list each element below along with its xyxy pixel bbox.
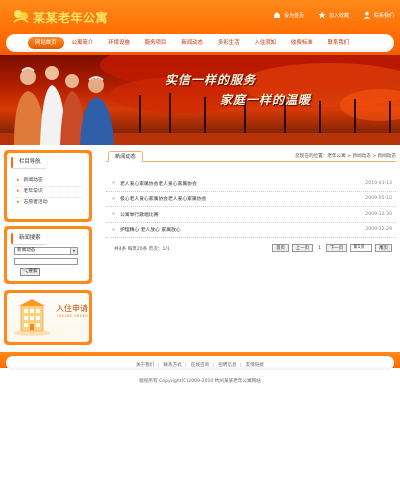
main-nav: 网站首页 公寓简介 环境设施 服务项目 新闻动态 多彩生活 入住须知 收费标准 … (6, 34, 394, 52)
footer-links: 关于我们 | 联系方式 | 在线咨询 | 招聘信息 | 友情链接 (0, 362, 400, 368)
first-page-button[interactable]: 首页 (272, 244, 289, 252)
nav-item-services[interactable]: 服务项目 (138, 37, 174, 49)
list-item[interactable]: » 老人爱心家属协会老人爱心家属协会 2010-03-13 (106, 176, 396, 192)
divider: | (184, 363, 187, 368)
tab-bar: 新闻动态 您现在的位置：老年公寓 > 新闻动态 > 新闻动态 (106, 150, 396, 162)
search-button[interactable]: 🔍搜索 (20, 268, 40, 276)
bullet-icon: ▸ (17, 188, 20, 194)
star-icon (318, 11, 326, 19)
footer-link-jobs[interactable]: 招聘信息 (218, 363, 236, 368)
category-item-label: 新闻动态 (23, 178, 43, 183)
category-item-label: 老年常识 (23, 189, 43, 194)
search-input[interactable] (14, 258, 78, 265)
list-item[interactable]: » 极心老人爱心家属协会老人爱心家属协会 2009-05-10 (106, 192, 396, 207)
bullet-icon: ▸ (17, 177, 20, 183)
news-title[interactable]: 极心老人爱心家属协会老人爱心家属协会 (120, 195, 365, 202)
arrow-right-icon: » (112, 211, 116, 218)
top-links: 设为首页 加入收藏 联系我们 (273, 11, 394, 19)
divider: | (239, 363, 242, 368)
divider: | (157, 363, 159, 368)
footer-link-contact[interactable]: 联系方式 (163, 363, 181, 368)
arrow-right-icon: » (112, 195, 116, 202)
arrow-right-icon: » (112, 180, 116, 187)
home-icon (273, 12, 280, 18)
search-category-value: 新闻动态 (17, 248, 36, 253)
top-link-contact[interactable]: 联系我们 (363, 11, 394, 19)
nav-item-about[interactable]: 公寓简介 (65, 37, 101, 49)
footer-link-consult[interactable]: 在线咨询 (191, 363, 209, 368)
search-category-select[interactable]: 新闻动态 ▾ (14, 247, 78, 255)
footer-link-about[interactable]: 关于我们 (136, 363, 154, 368)
news-title[interactable]: 护理精心 老人放心 家属放心 (120, 226, 365, 233)
page-select-value: 第1页 (353, 245, 365, 250)
top-link-label: 联系我们 (373, 12, 394, 19)
divider (15, 197, 81, 198)
breadcrumb: 您现在的位置：老年公寓 > 新闻动态 > 新闻动态 (295, 154, 396, 159)
nav-item-facilities[interactable]: 环境设施 (101, 37, 137, 49)
building-icon (14, 299, 50, 336)
top-link-label: 设为首页 (283, 12, 304, 19)
site-title: 某某老年公寓 (33, 11, 109, 25)
news-date: 2009-12-30 (365, 211, 392, 217)
apply-banner[interactable]: 入住申请 ONLINE ORDER (4, 290, 92, 345)
banner-image (0, 55, 400, 145)
nav-item-contact[interactable]: 联系我们 (321, 37, 357, 49)
category-nav-title: 栏目导航 (11, 157, 47, 168)
header: 某某老年公寓 设为首页 加入收藏 联系我们 网站首页 公寓简介 环境设施 服务项… (0, 0, 400, 55)
nav-item-news[interactable]: 新闻动态 (174, 37, 210, 49)
banner-slogan-1: 实信一样的服务 (165, 73, 257, 87)
news-date: 2010-03-13 (365, 180, 392, 186)
category-nav-box: 栏目导航 ▸ 新闻动态 ▸ 老年常识 ▸ 志愿者活动 (4, 150, 92, 222)
current-page: 1 (318, 245, 322, 251)
apply-title: 入住申请 (56, 304, 88, 313)
chevron-down-icon: ▾ (70, 248, 77, 254)
news-title[interactable]: 老人爱心家属协会老人爱心家属协会 (120, 180, 365, 187)
top-link-label: 加入收藏 (328, 12, 349, 19)
banner: 实信一样的服务 家庭一样的温暖 (0, 55, 400, 145)
bullet-icon: ▸ (17, 199, 20, 205)
tab-news[interactable]: 新闻动态 (108, 151, 143, 162)
divider (15, 186, 81, 187)
nav-item-admission[interactable]: 入住须知 (247, 37, 283, 49)
category-item-label: 志愿者活动 (23, 200, 48, 205)
pagination-info: 共4条 每页20条 页次：1/1 (114, 247, 170, 252)
main-content: 新闻动态 您现在的位置：老年公寓 > 新闻动态 > 新闻动态 » 老人爱心家属协… (106, 150, 396, 345)
category-item-volunteer[interactable]: ▸ 志愿者活动 (17, 197, 48, 208)
list-item[interactable]: » 公寓举行歌唱比赛 2009-12-30 (106, 207, 396, 223)
category-item-news[interactable]: ▸ 新闻动态 (17, 175, 48, 186)
page-select[interactable]: 第1页 (350, 244, 373, 252)
nav-item-fees[interactable]: 收费标准 (284, 37, 320, 49)
list-item[interactable]: » 护理精心 老人放心 家属放心 2009-12-29 (106, 223, 396, 238)
news-search-title: 新闻搜索 (11, 233, 47, 244)
prev-page-button[interactable]: 上一页 (291, 244, 314, 252)
category-item-knowledge[interactable]: ▸ 老年常识 (17, 186, 48, 197)
banner-slogan-2: 家庭一样的温暖 (220, 93, 312, 107)
footer-link-friends[interactable]: 友情链接 (246, 363, 264, 368)
news-title[interactable]: 公寓举行歌唱比赛 (120, 211, 365, 218)
arrow-right-icon: » (112, 226, 116, 233)
apply-subtitle: ONLINE ORDER (57, 314, 89, 318)
top-link-set-home[interactable]: 设为首页 (273, 11, 304, 19)
next-page-button[interactable]: 下一页 (326, 244, 348, 252)
nav-item-life[interactable]: 多彩生活 (211, 37, 247, 49)
news-search-box: 新闻搜索 (4, 226, 92, 284)
search-button-label: 搜索 (28, 269, 38, 274)
logo-icon (13, 10, 29, 23)
news-date: 2009-12-29 (365, 227, 392, 233)
last-page-button[interactable]: 尾页 (375, 244, 392, 252)
news-list: » 老人爱心家属协会老人爱心家属协会 2010-03-13 » 极心老人爱心家属… (106, 176, 396, 238)
copyright: 版权所有 Copyright(C)2009-2010 杭州某某老年公寓网站 (139, 379, 261, 384)
news-date: 2009-05-10 (365, 196, 392, 202)
pagination: 共4条 每页20条 页次：1/1 首页 上一页 1 下一页 第1页 尾页 (106, 244, 396, 254)
divider: | (212, 363, 214, 368)
top-link-favorite[interactable]: 加入收藏 (318, 11, 349, 19)
nav-item-home[interactable]: 网站首页 (28, 37, 64, 49)
contact-icon (363, 11, 371, 19)
